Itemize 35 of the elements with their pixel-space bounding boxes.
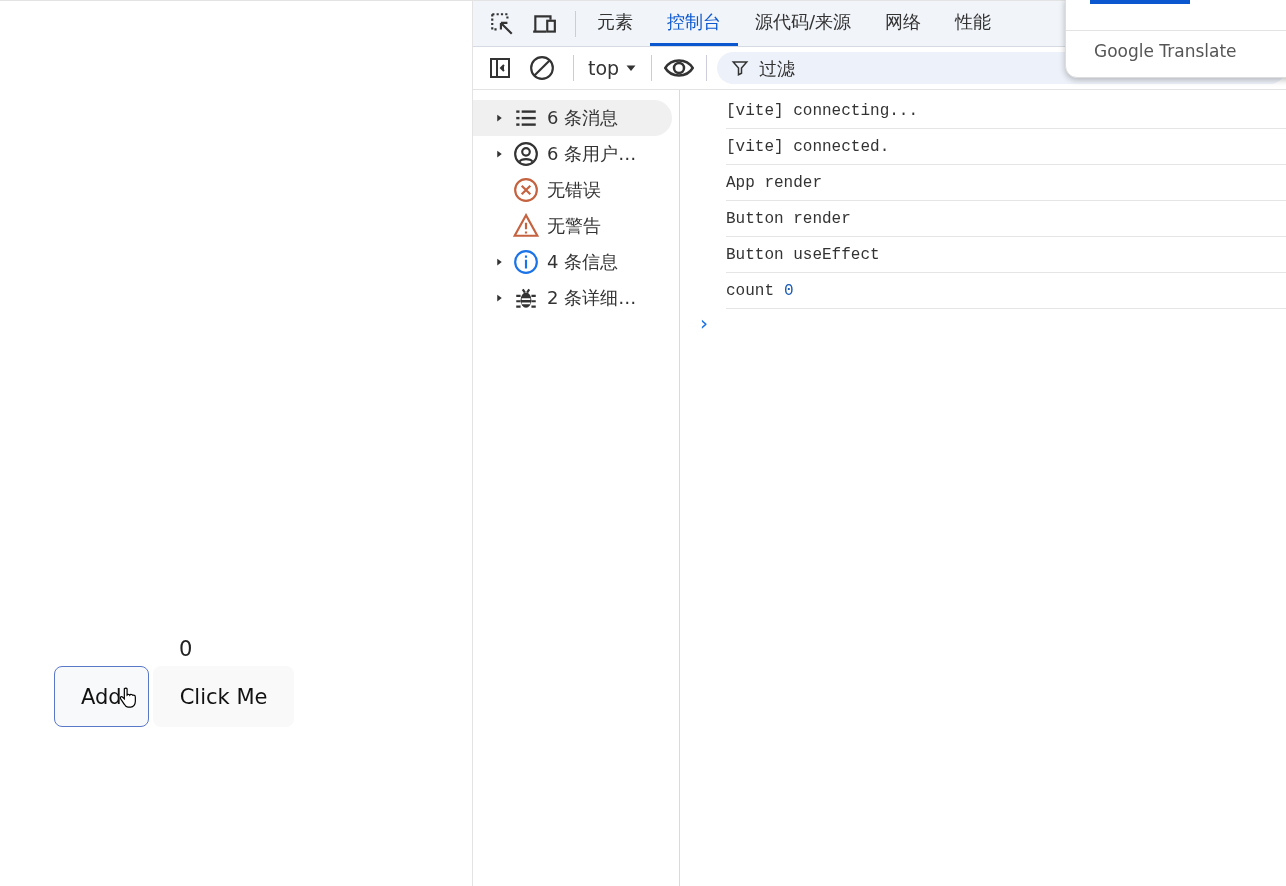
sidebar-toggle-icon <box>488 56 512 80</box>
expand-arrow-icon <box>495 292 504 304</box>
sidebar-item[interactable]: 无警告 <box>473 208 672 244</box>
sidebar-item[interactable]: 无错误 <box>473 172 672 208</box>
info-icon <box>513 249 539 275</box>
expand-arrow-icon <box>495 148 504 160</box>
console-value: 0 <box>784 281 794 300</box>
sidebar-item[interactable]: 6 条用户… <box>473 136 672 172</box>
warning-icon <box>513 213 539 239</box>
console-message: Button render <box>726 209 851 228</box>
app-button[interactable]: Add <box>54 666 149 727</box>
devtools-tab[interactable]: 性能 <box>938 1 1009 46</box>
expand-arrow-icon <box>495 112 504 124</box>
counter-value: 0 <box>179 636 193 663</box>
error-icon <box>513 177 539 203</box>
console-message: [vite] connected. <box>726 137 890 156</box>
filter-icon <box>731 59 750 77</box>
devtools-tab[interactable]: 元素 <box>580 1 650 46</box>
console-message: App render <box>726 173 822 192</box>
expand-arrow-icon <box>495 256 504 268</box>
devtools-tab[interactable]: 网络 <box>868 1 939 46</box>
sidebar-item[interactable]: 2 条详细… <box>473 280 672 316</box>
sidebar-item[interactable]: 4 条信息 <box>473 244 672 280</box>
context-dropdown[interactable]: top <box>588 57 638 79</box>
console-prompt[interactable]: › <box>700 311 708 335</box>
devtools-tab[interactable]: 源代码/来源 <box>738 1 869 46</box>
devtools-tab[interactable]: 控制台 <box>650 1 738 46</box>
console-message: [vite] connecting... <box>726 101 919 120</box>
console-message: count <box>726 281 774 300</box>
inspect-icon <box>489 10 515 37</box>
app-button[interactable]: Click Me <box>152 666 295 727</box>
user-icon <box>513 141 539 167</box>
console-message: Button useEffect <box>726 245 880 264</box>
sidebar-item[interactable]: 6 条消息 <box>473 100 672 136</box>
clear-icon <box>529 55 555 81</box>
